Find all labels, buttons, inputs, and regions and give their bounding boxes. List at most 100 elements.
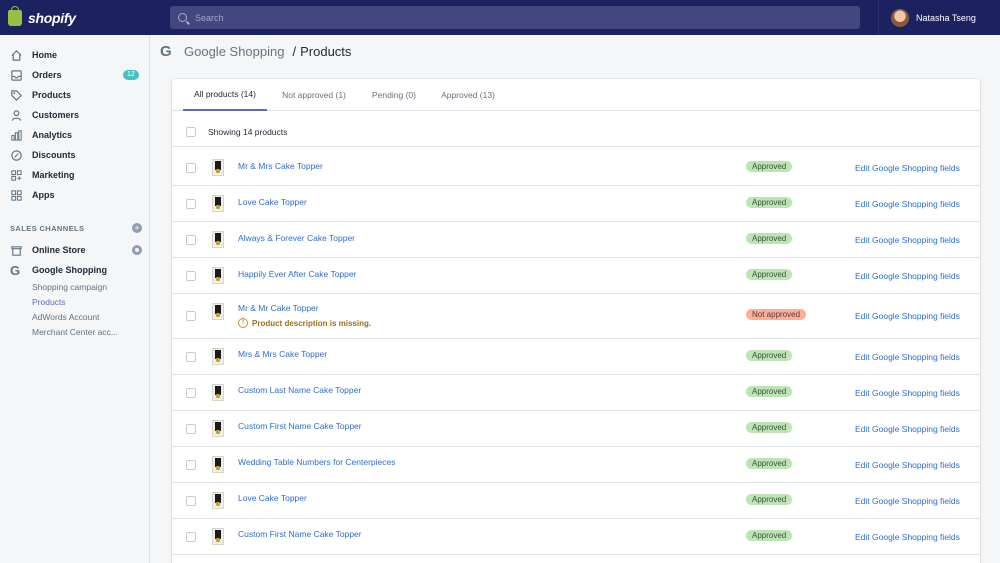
- user-menu[interactable]: Natasha Tseng: [878, 0, 1000, 35]
- sales-channels-heading: SALES CHANNELS: [10, 224, 85, 233]
- product-name-link[interactable]: Mrs & Mrs Cake Topper: [238, 349, 327, 359]
- table-row: Wedding Table Numbers for Centerpieces A…: [172, 447, 980, 483]
- edit-google-shopping-fields-link[interactable]: Edit Google Shopping fields: [855, 424, 960, 434]
- edit-google-shopping-fields-link[interactable]: Edit Google Shopping fields: [855, 388, 960, 398]
- row-checkbox[interactable]: [186, 311, 196, 321]
- sidebar-item-orders[interactable]: Orders 12: [0, 65, 150, 85]
- product-thumbnail: [212, 528, 224, 545]
- edit-google-shopping-fields-link[interactable]: Edit Google Shopping fields: [855, 271, 960, 281]
- orders-icon: [11, 69, 22, 81]
- edit-google-shopping-fields-link[interactable]: Edit Google Shopping fields: [855, 496, 960, 506]
- top-bar: shopify Natasha Tseng: [0, 0, 1000, 35]
- product-thumbnail: [212, 267, 224, 284]
- row-checkbox[interactable]: [186, 352, 196, 362]
- product-name-link[interactable]: Love Cake Topper: [238, 197, 307, 207]
- row-checkbox[interactable]: [186, 532, 196, 542]
- product-name-link[interactable]: Custom Last Name Cake Topper: [238, 385, 361, 395]
- google-icon: G: [160, 43, 172, 60]
- tab-all-products[interactable]: All products (14): [183, 79, 267, 111]
- select-all-checkbox[interactable]: [186, 127, 196, 137]
- status-badge: Approved: [746, 422, 793, 433]
- row-checkbox[interactable]: [186, 199, 196, 209]
- table-row: Custom Last Name Cake Topper Approved Ed…: [172, 375, 980, 411]
- table-row: Mr & Mr Cake Topper ! Product descriptio…: [172, 294, 980, 339]
- row-checkbox[interactable]: [186, 496, 196, 506]
- edit-google-shopping-fields-link[interactable]: Edit Google Shopping fields: [855, 163, 960, 173]
- tab-approved[interactable]: Approved (13): [433, 79, 503, 111]
- product-thumbnail: [212, 231, 224, 248]
- status-badge: Approved: [746, 233, 793, 244]
- sidebar-item-analytics[interactable]: Analytics: [0, 125, 150, 145]
- warning-text: Product description is missing.: [252, 318, 372, 328]
- product-name-link[interactable]: Mr & Mr Cake Topper: [238, 303, 319, 313]
- row-checkbox[interactable]: [186, 271, 196, 281]
- sidebar-item-label: Discounts: [32, 150, 76, 160]
- sidebar-item-products[interactable]: Products: [0, 85, 150, 105]
- eye-icon[interactable]: [132, 245, 142, 255]
- breadcrumb: G Google Shopping / Products: [160, 43, 351, 60]
- sidebar-subitem-adwords-account[interactable]: AdWords Account: [32, 312, 99, 322]
- filter-tabs: All products (14) Not approved (1) Pendi…: [172, 79, 980, 111]
- sidebar-item-label: Marketing: [32, 170, 75, 180]
- search-bar[interactable]: [170, 6, 860, 29]
- search-input[interactable]: [195, 12, 795, 23]
- row-checkbox[interactable]: [186, 460, 196, 470]
- sidebar-item-online-store[interactable]: Online Store: [0, 240, 150, 260]
- marketing-icon: [11, 169, 22, 181]
- home-icon: [11, 49, 22, 61]
- sidebar-item-apps[interactable]: Apps: [0, 185, 150, 205]
- product-name-link[interactable]: Custom First Name Cake Topper: [238, 529, 362, 539]
- orders-count-badge: 12: [123, 70, 139, 80]
- breadcrumb-separator: /: [292, 44, 297, 59]
- sidebar-item-label: Google Shopping: [32, 265, 107, 275]
- edit-google-shopping-fields-link[interactable]: Edit Google Shopping fields: [855, 235, 960, 245]
- product-name-link[interactable]: Love Cake Topper: [238, 493, 307, 503]
- sidebar-subitem-merchant-center[interactable]: Merchant Center acc...: [32, 327, 118, 337]
- breadcrumb-parent[interactable]: Google Shopping: [184, 44, 284, 59]
- edit-google-shopping-fields-link[interactable]: Edit Google Shopping fields: [855, 460, 960, 470]
- product-name-link[interactable]: Mr & Mrs Cake Topper: [238, 161, 323, 171]
- edit-google-shopping-fields-link[interactable]: Edit Google Shopping fields: [855, 199, 960, 209]
- sidebar-item-discounts[interactable]: Discounts: [0, 145, 150, 165]
- apps-icon: [11, 189, 22, 201]
- sidebar-item-google-shopping[interactable]: G Google Shopping: [0, 260, 150, 280]
- sidebar-subitem-products[interactable]: Products: [32, 297, 66, 307]
- table-row: Custom First Name Cake Topper Approved E…: [172, 519, 980, 555]
- tab-pending[interactable]: Pending (0): [363, 79, 425, 111]
- product-thumbnail: [212, 159, 224, 176]
- sidebar-subitem-shopping-campaign[interactable]: Shopping campaign: [32, 282, 107, 292]
- row-checkbox[interactable]: [186, 235, 196, 245]
- product-name-link[interactable]: Happily Ever After Cake Topper: [238, 269, 356, 279]
- user-name: Natasha Tseng: [916, 12, 976, 23]
- sidebar-item-label: Analytics: [32, 130, 73, 140]
- row-checkbox[interactable]: [186, 388, 196, 398]
- product-thumbnail: [212, 303, 224, 320]
- warning-message: ! Product description is missing.: [238, 318, 371, 328]
- bar-chart-icon: [11, 129, 22, 141]
- edit-google-shopping-fields-link[interactable]: Edit Google Shopping fields: [855, 532, 960, 542]
- row-checkbox[interactable]: [186, 163, 196, 173]
- search-icon: [178, 13, 187, 22]
- product-name-link[interactable]: Custom First Name Cake Topper: [238, 421, 362, 431]
- sidebar-item-customers[interactable]: Customers: [0, 105, 150, 125]
- shopping-bag-icon: [8, 5, 22, 26]
- status-badge: Approved: [746, 161, 793, 172]
- brand-name: shopify: [28, 9, 76, 26]
- sidebar-item-marketing[interactable]: Marketing: [0, 165, 150, 185]
- product-thumbnail: [212, 348, 224, 365]
- table-row: Always & Forever Cake Topper Approved Ed…: [172, 222, 980, 258]
- product-name-link[interactable]: Wedding Table Numbers for Centerpieces: [238, 457, 396, 467]
- edit-google-shopping-fields-link[interactable]: Edit Google Shopping fields: [855, 352, 960, 362]
- page-title: Products: [300, 44, 352, 59]
- product-name-link[interactable]: Always & Forever Cake Topper: [238, 233, 355, 243]
- tab-not-approved[interactable]: Not approved (1): [275, 79, 353, 111]
- table-row: Mrs & Mrs Cake Topper Approved Edit Goog…: [172, 339, 980, 375]
- store-icon: [11, 245, 22, 256]
- sidebar-item-label: Apps: [32, 190, 55, 200]
- product-thumbnail: [212, 384, 224, 401]
- edit-google-shopping-fields-link[interactable]: Edit Google Shopping fields: [855, 311, 960, 321]
- add-channel-icon[interactable]: +: [132, 223, 142, 233]
- row-checkbox[interactable]: [186, 424, 196, 434]
- sidebar-item-home[interactable]: Home: [0, 45, 150, 65]
- shopify-logo[interactable]: shopify: [0, 0, 150, 35]
